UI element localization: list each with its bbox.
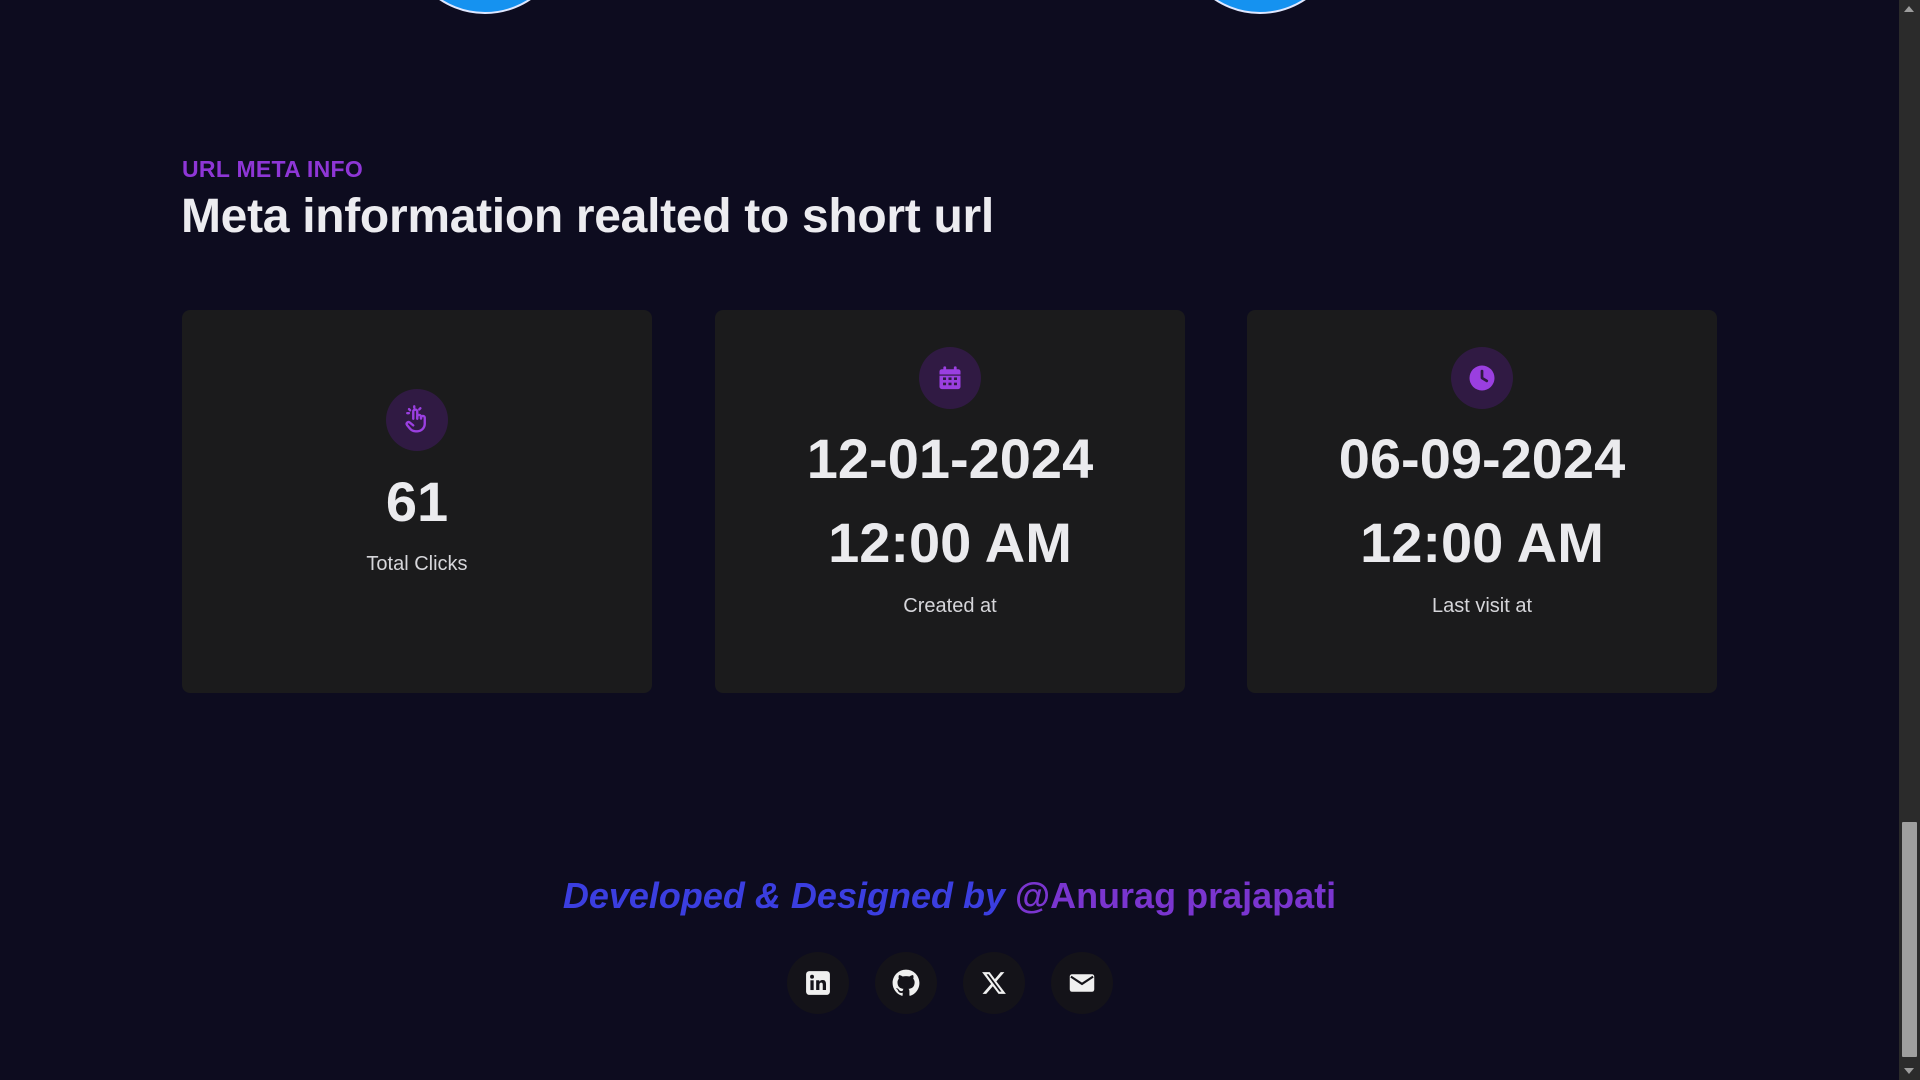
social-links [0,952,1899,1014]
calendar-icon [919,347,981,409]
mail-button[interactable] [1050,952,1113,1014]
credit-author: @Anurag prajapati [1014,875,1337,916]
linkedin-icon [805,971,830,995]
created-at-label: Created at [903,595,997,617]
last-visit-label: Last visit at [1431,595,1533,617]
section-eyebrow: URL META INFO [182,156,364,182]
pointer-hand-icon [386,389,448,451]
scroll-down-arrow-icon[interactable] [1904,1068,1914,1074]
x-twitter-icon [981,972,1006,994]
section-heading: Meta information realted to short url [181,190,994,243]
created-at-card: 12-01-2024 12:00 AM Created at [715,310,1185,693]
created-at-date: 12-01-2024 [806,427,1094,490]
last-visit-time: 12:00 AM [1360,511,1604,574]
mail-icon [1069,974,1094,992]
x-twitter-button[interactable] [962,952,1025,1014]
last-visit-date: 06-09-2024 [1338,427,1626,490]
footer-credit: Developed & Designed by @Anurag prajapat… [0,875,1899,917]
scrollbar-thumb[interactable] [1902,822,1917,1057]
decorative-circle [403,0,567,14]
page: URL META INFO Meta information realted t… [0,0,1899,1080]
last-visit-card: 06-09-2024 12:00 AM Last visit at [1247,310,1717,693]
total-clicks-value: 61 [385,470,449,533]
linkedin-button[interactable] [786,952,849,1014]
github-button[interactable] [874,952,937,1014]
vertical-scrollbar[interactable] [1899,0,1920,1080]
total-clicks-card: 61 Total Clicks [182,310,652,693]
scroll-up-arrow-icon[interactable] [1904,6,1914,12]
credit-prefix: Developed & Designed by [562,875,1015,916]
total-clicks-label: Total Clicks [366,553,468,575]
decorative-circle [1178,0,1342,14]
clock-icon [1451,347,1513,409]
github-icon [892,969,919,996]
created-at-time: 12:00 AM [828,511,1072,574]
